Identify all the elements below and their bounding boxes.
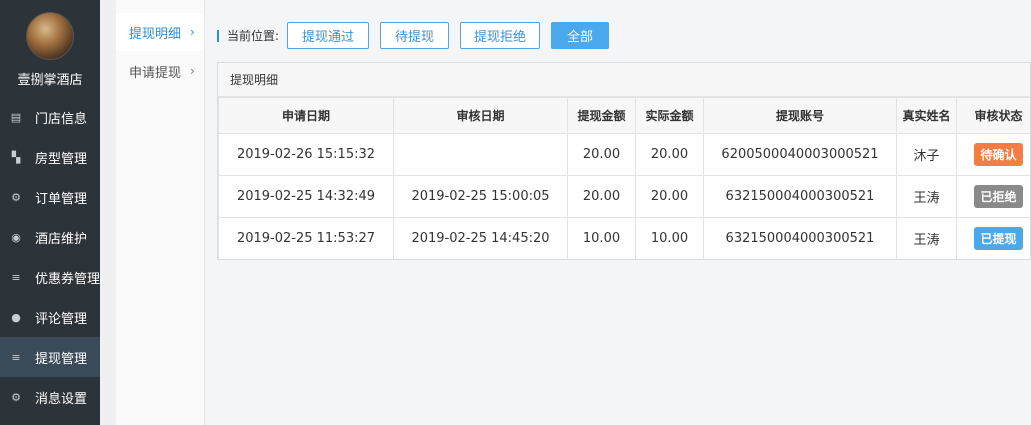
submenu-strip — [100, 0, 116, 425]
sidebar-item-coupons[interactable]: ≡ 优惠券管理 — [0, 257, 100, 297]
status-cell: 已拒绝 — [956, 175, 1030, 218]
sidebar-item-label: 优惠券管理 — [34, 271, 100, 287]
amount-cell: 10.00 — [567, 217, 636, 259]
column-header-real-name: 真实姓名 — [896, 97, 957, 134]
section-marker — [217, 29, 219, 42]
name-cell: 王涛 — [896, 217, 957, 259]
chevron-right-icon: › — [190, 25, 195, 39]
sidebar-item-label: 提现管理 — [35, 351, 88, 367]
account-cell: 632150004000300521 — [703, 175, 897, 218]
review-date-cell: 2019-02-25 14:45:20 — [393, 217, 568, 259]
gear-icon: ⚙ — [11, 190, 21, 204]
filter-rejected-button[interactable]: 提现拒绝 — [460, 22, 541, 49]
amount-cell: 20.00 — [567, 175, 636, 218]
compass-icon: ◉ — [11, 230, 21, 244]
status-badge[interactable]: 已拒绝 — [974, 185, 1023, 208]
submenu-item-label: 申请提现 — [129, 65, 182, 81]
table-row: 2019-02-26 15:15:32 20.00 20.00 62005000… — [218, 133, 1030, 176]
hotel-avatar — [26, 12, 74, 60]
chevron-right-icon: › — [190, 64, 195, 78]
status-badge[interactable]: 待确认 — [974, 143, 1023, 166]
column-header-actual-amount: 实际金额 — [635, 97, 704, 134]
cart-icon: ▚ — [11, 150, 21, 164]
panel-title: 提现明细 — [218, 63, 1030, 97]
sidebar-item-label: 酒店维护 — [35, 231, 88, 247]
sidebar-item-reviews[interactable]: ● 评论管理 — [0, 297, 100, 337]
status-cell: 待确认 — [956, 133, 1030, 176]
sidebar-item-message-settings[interactable]: ⚙ 消息设置 — [0, 377, 100, 417]
user-icon: ● — [11, 310, 21, 324]
filter-bar: 当前位置: 提现通过 待提现 提现拒绝 全部 — [217, 22, 620, 49]
sidebar-item-orders[interactable]: ⚙ 订单管理 — [0, 177, 100, 217]
list-icon: ≡ — [11, 350, 21, 364]
actual-amount-cell: 20.00 — [635, 133, 704, 176]
column-header-amount: 提现金额 — [567, 97, 636, 134]
sidebar-item-label: 评论管理 — [35, 311, 88, 327]
table-row: 2019-02-25 14:32:49 2019-02-25 15:00:05 … — [218, 175, 1030, 218]
submenu: 提现明细 › 申请提现 › — [100, 0, 205, 425]
column-header-account: 提现账号 — [703, 97, 897, 134]
name-cell: 沐子 — [896, 133, 957, 176]
account-cell: 632150004000300521 — [703, 217, 897, 259]
table-row: 2019-02-25 11:53:27 2019-02-25 14:45:20 … — [218, 217, 1030, 259]
sidebar-item-label: 订单管理 — [35, 191, 88, 207]
apply-date-cell: 2019-02-25 11:53:27 — [218, 217, 394, 259]
table-header-row: 申请日期 审核日期 提现金额 实际金额 提现账号 真实姓名 审核状态 — [218, 97, 1030, 134]
sidebar-item-withdrawals[interactable]: ≡ 提现管理 — [0, 337, 100, 377]
filter-pending-button[interactable]: 待提现 — [380, 22, 450, 49]
filter-all-button[interactable]: 全部 — [551, 22, 610, 49]
name-cell: 王涛 — [896, 175, 957, 218]
sidebar-item-store-info[interactable]: ▤ 门店信息 — [0, 97, 100, 137]
amount-cell: 20.00 — [567, 133, 636, 176]
sidebar-item-room-types[interactable]: ▚ 房型管理 — [0, 137, 100, 177]
status-cell: 已提现 — [956, 217, 1030, 259]
column-header-apply-date: 申请日期 — [218, 97, 394, 134]
location-label: 当前位置: — [227, 29, 280, 43]
list-icon: ≡ — [11, 270, 21, 284]
withdrawal-table: 申请日期 审核日期 提现金额 实际金额 提现账号 真实姓名 审核状态 2019-… — [218, 97, 1030, 259]
status-badge[interactable]: 已提现 — [974, 227, 1023, 250]
submenu-item-apply-withdrawal[interactable]: 申请提现 › — [116, 52, 204, 90]
sidebar-item-label: 消息设置 — [35, 391, 88, 407]
main-sidebar: 壹捌掌酒店 ▤ 门店信息 ▚ 房型管理 ⚙ 订单管理 ◉ 酒店维护 ≡ 优惠券管… — [0, 0, 100, 425]
submenu-item-withdrawal-details[interactable]: 提现明细 › — [116, 13, 204, 51]
actual-amount-cell: 20.00 — [635, 175, 704, 218]
sidebar-item-hotel-maintenance[interactable]: ◉ 酒店维护 — [0, 217, 100, 257]
brand-name: 壹捌掌酒店 — [17, 73, 83, 88]
submenu-item-label: 提现明细 — [129, 26, 182, 42]
withdrawal-panel: 提现明细 申请日期 审核日期 提现金额 实际金额 提现账号 真实姓名 审核状态 … — [217, 62, 1031, 260]
store-info-icon: ▤ — [10, 110, 22, 124]
actual-amount-cell: 10.00 — [635, 217, 704, 259]
review-date-cell — [393, 133, 568, 176]
sidebar-item-label: 房型管理 — [35, 151, 88, 167]
gear-icon: ⚙ — [11, 390, 21, 404]
sidebar-item-label: 门店信息 — [35, 111, 88, 127]
column-header-status: 审核状态 — [956, 97, 1030, 134]
column-header-review-date: 审核日期 — [393, 97, 568, 134]
account-cell: 6200500040003000521 — [703, 133, 897, 176]
filter-approved-button[interactable]: 提现通过 — [287, 22, 370, 49]
apply-date-cell: 2019-02-25 14:32:49 — [218, 175, 394, 218]
apply-date-cell: 2019-02-26 15:15:32 — [218, 133, 394, 176]
brand: 壹捌掌酒店 — [0, 0, 100, 97]
review-date-cell: 2019-02-25 15:00:05 — [393, 175, 568, 218]
